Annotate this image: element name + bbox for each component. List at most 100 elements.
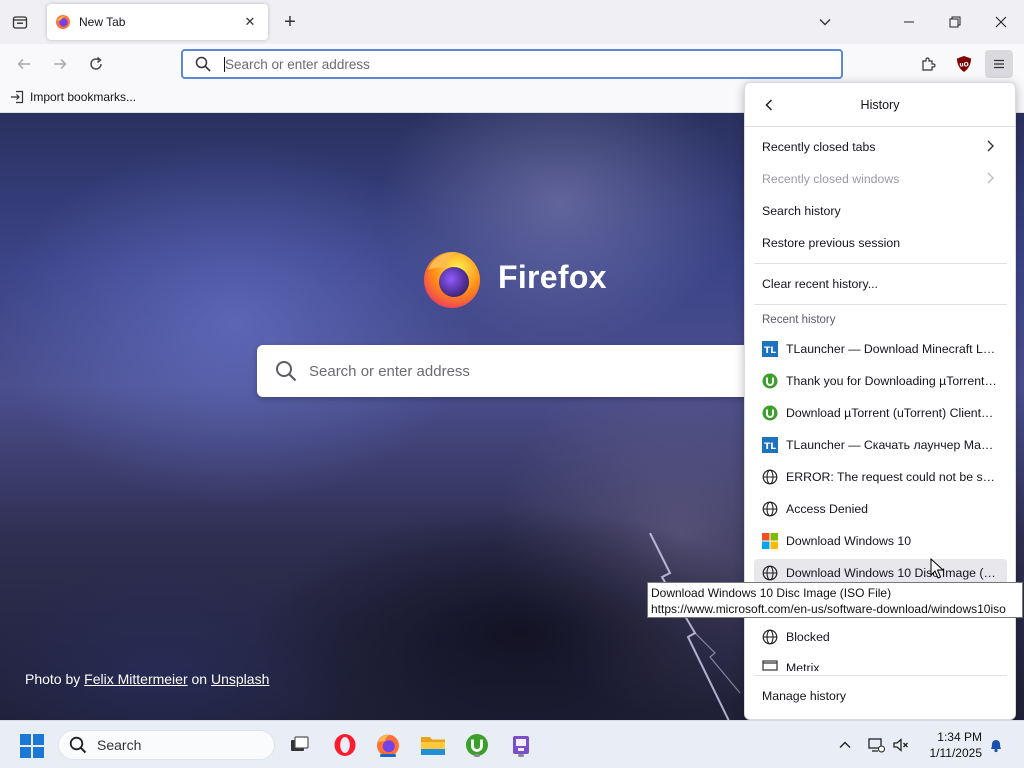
new-tab-button[interactable]: + xyxy=(278,10,302,34)
menu-item-label: Restore previous session xyxy=(762,236,901,250)
tab-new-tab[interactable]: New Tab ✕ xyxy=(47,4,268,40)
firefox-taskbar-button[interactable] xyxy=(373,730,403,760)
import-bookmarks-button[interactable]: Import bookmarks... xyxy=(10,90,136,104)
address-input[interactable] xyxy=(225,56,785,72)
firefox-logo-icon xyxy=(424,252,480,308)
show-hidden-icons-button[interactable] xyxy=(835,735,855,755)
app-taskbar-button[interactable] xyxy=(506,730,536,760)
credit-prefix: Photo by xyxy=(25,671,81,687)
minimize-button[interactable] xyxy=(886,0,932,44)
chevron-left-icon xyxy=(765,99,773,111)
task-view-button[interactable] xyxy=(284,730,314,760)
history-entry[interactable]: Thank you for Downloading µTorrent (uTor… xyxy=(754,367,1007,395)
photo-credit: Photo by Felix Mittermeier on Unsplash xyxy=(25,671,269,687)
utorrent-icon xyxy=(762,405,778,421)
history-entry[interactable]: Download Windows 10 xyxy=(754,527,1007,555)
volume-tray-button[interactable] xyxy=(891,735,911,755)
list-all-tabs-button[interactable] xyxy=(802,0,848,44)
history-entry-title: Metrix xyxy=(786,661,820,671)
windows-taskbar: Search 1:34 PM 1/11/2025 xyxy=(0,720,1024,768)
page-icon xyxy=(762,655,778,671)
import-bookmarks-label: Import bookmarks... xyxy=(30,90,137,104)
chevron-right-icon xyxy=(987,172,994,184)
taskbar-search-box[interactable]: Search xyxy=(58,730,275,760)
search-icon xyxy=(69,736,87,754)
opera-icon xyxy=(334,734,356,756)
history-entry-title: Download µTorrent (uTorrent) Clients for… xyxy=(786,406,998,420)
speaker-muted-icon xyxy=(893,738,908,752)
mouse-pointer-icon xyxy=(930,558,944,579)
notifications-button[interactable] xyxy=(986,735,1006,755)
manage-history-item[interactable]: Manage history xyxy=(754,682,1007,710)
windows-start-icon[interactable] xyxy=(20,734,44,758)
firefox-view-icon xyxy=(12,16,28,29)
system-clock[interactable]: 1:34 PM 1/11/2025 xyxy=(916,729,983,761)
network-tray-button[interactable] xyxy=(866,735,886,755)
history-entry-title: Download Windows 10 Disc Image (ISO File… xyxy=(786,566,998,580)
forward-button[interactable] xyxy=(46,50,74,78)
history-entry[interactable]: Metrix xyxy=(754,655,1007,671)
puzzle-piece-icon xyxy=(922,57,936,71)
recent-history-header: Recent history xyxy=(762,314,836,326)
newtab-search-placeholder: Search or enter address xyxy=(309,362,470,380)
history-entry[interactable]: Download µTorrent (uTorrent) Clients for… xyxy=(754,399,1007,427)
recently-closed-tabs-item[interactable]: Recently closed tabs xyxy=(754,133,1007,161)
globe-icon xyxy=(762,565,778,581)
chevron-right-icon xyxy=(987,140,994,152)
close-tab-button[interactable]: ✕ xyxy=(240,12,260,32)
search-icon xyxy=(276,361,297,382)
history-entry-tooltip: Download Windows 10 Disc Image (ISO File… xyxy=(647,582,1023,618)
tooltip-url: https://www.microsoft.com/en-us/software… xyxy=(651,602,1006,616)
newtab-search-box[interactable]: Search or enter address xyxy=(257,345,777,397)
history-entry[interactable]: Access Denied xyxy=(754,495,1007,523)
bell-icon xyxy=(991,740,1001,753)
credit-site-link[interactable]: Unsplash xyxy=(211,671,269,687)
network-icon xyxy=(868,738,885,753)
history-entry[interactable]: TL TLauncher — Download Minecraft Launch… xyxy=(754,335,1007,363)
forward-arrow-icon xyxy=(54,58,67,70)
clear-recent-history-item[interactable]: Clear recent history... xyxy=(754,270,1007,298)
history-panel: History Recently closed tabs Recently cl… xyxy=(744,82,1016,720)
tab-strip: New Tab ✕ + xyxy=(0,0,1024,44)
history-entry[interactable]: TL TLauncher — Скачать лаунчер Майнкрафт xyxy=(754,431,1007,459)
firefox-wordmark: Firefox xyxy=(498,259,607,295)
address-bar[interactable] xyxy=(181,49,843,79)
back-button[interactable] xyxy=(10,50,38,78)
firefox-view-button[interactable] xyxy=(8,10,32,34)
tlauncher-icon: TL xyxy=(762,341,778,357)
chevron-down-icon xyxy=(819,19,831,26)
restore-button[interactable] xyxy=(932,0,978,44)
credit-author-link[interactable]: Felix Mittermeier xyxy=(84,671,187,687)
svg-text:TL: TL xyxy=(764,346,776,356)
globe-icon xyxy=(762,501,778,517)
opera-taskbar-button[interactable] xyxy=(330,730,360,760)
panel-back-button[interactable] xyxy=(757,93,781,117)
file-explorer-taskbar-button[interactable] xyxy=(418,730,448,760)
menu-item-label: Manage history xyxy=(762,689,847,703)
history-entry[interactable]: Blocked xyxy=(754,623,1007,651)
history-entry-title: Download Windows 10 xyxy=(786,534,912,548)
running-app-indicator xyxy=(474,754,480,757)
utorrent-icon xyxy=(762,373,778,389)
reload-button[interactable] xyxy=(82,50,110,78)
ublock-shield-icon: uO xyxy=(957,56,971,72)
menu-item-label: Clear recent history... xyxy=(762,277,878,291)
history-entry-title: Thank you for Downloading µTorrent (uTor… xyxy=(786,374,998,388)
history-entry[interactable]: ERROR: The request could not be satisfie… xyxy=(754,463,1007,491)
panel-title: History xyxy=(860,97,900,112)
credit-middle: on xyxy=(191,671,208,687)
restore-previous-session-item[interactable]: Restore previous session xyxy=(754,229,1007,257)
minimize-icon xyxy=(904,21,914,23)
folder-icon xyxy=(421,737,445,755)
tlauncher-icon: TL xyxy=(762,437,778,453)
app-menu-button[interactable] xyxy=(985,50,1013,78)
extensions-button[interactable] xyxy=(914,50,942,78)
clock-date: 1/11/2025 xyxy=(929,746,983,760)
close-window-button[interactable] xyxy=(978,0,1024,44)
ublock-origin-button[interactable]: uO xyxy=(950,50,978,78)
search-history-item[interactable]: Search history xyxy=(754,197,1007,225)
navigation-toolbar: uO xyxy=(0,44,1024,84)
search-icon xyxy=(195,56,211,72)
recently-closed-windows-item: Recently closed windows xyxy=(754,165,1007,193)
utorrent-taskbar-button[interactable] xyxy=(462,730,492,760)
